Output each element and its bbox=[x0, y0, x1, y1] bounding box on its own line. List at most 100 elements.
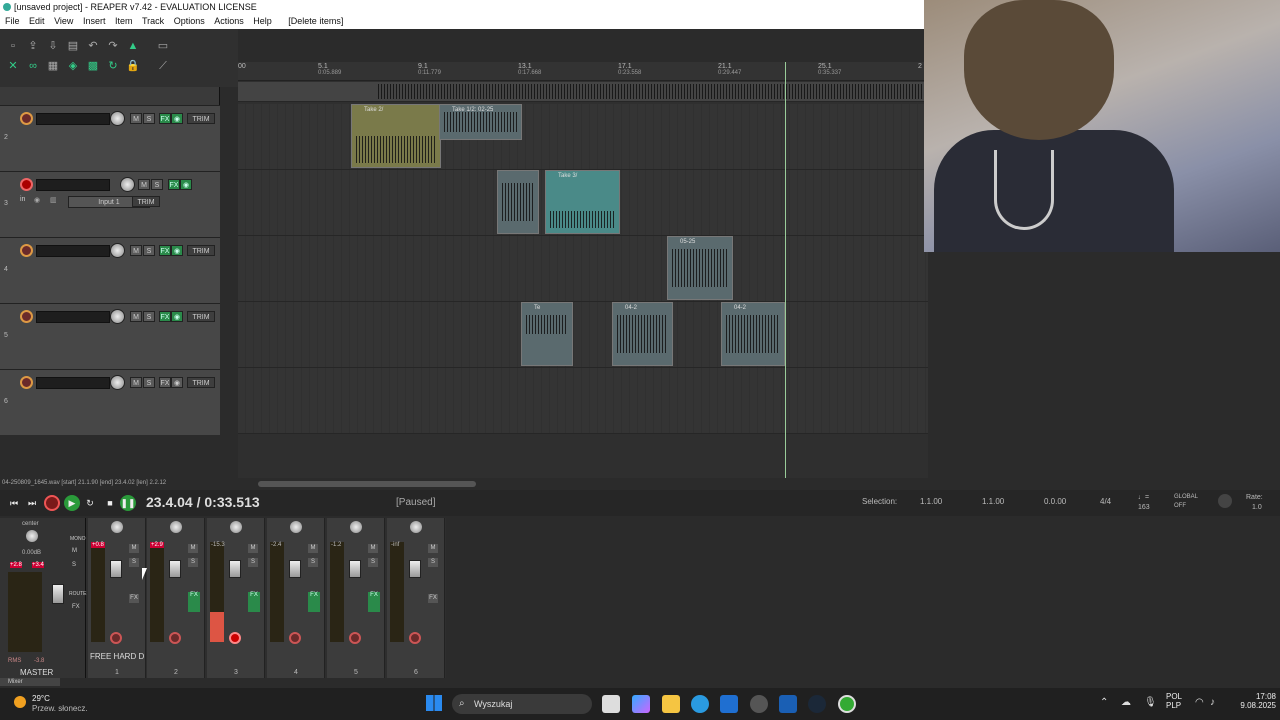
mute-button[interactable]: M bbox=[248, 544, 258, 553]
monitor-icon[interactable]: ◉ bbox=[34, 196, 40, 204]
fx-bypass-button[interactable]: ◉ bbox=[180, 179, 192, 190]
track-name-field[interactable] bbox=[36, 377, 110, 389]
solo-button[interactable]: S bbox=[143, 377, 155, 388]
grid-icon[interactable]: ▦ bbox=[46, 59, 60, 73]
taskbar-search-input[interactable]: ⌕ Wyszukaj bbox=[452, 694, 592, 714]
track-name-field[interactable] bbox=[36, 179, 110, 191]
selection-start[interactable]: 1.1.00 bbox=[920, 497, 942, 506]
menu-file[interactable]: File bbox=[5, 14, 20, 29]
mixer-strip-2[interactable]: +2.9 M S FX 2 bbox=[147, 518, 205, 678]
rate-value[interactable]: 1.0 bbox=[1252, 504, 1262, 511]
fx-button[interactable]: FX bbox=[168, 179, 180, 190]
arrange-view[interactable]: Take 2/ Take 1/2: 02-25 Take 3/ 05-25 Te… bbox=[238, 62, 928, 478]
mute-button[interactable]: M bbox=[130, 245, 142, 256]
mixer-dock-tab[interactable]: Mixer bbox=[0, 678, 60, 686]
edge-icon[interactable] bbox=[691, 695, 709, 713]
menu-insert[interactable]: Insert bbox=[83, 14, 106, 29]
fx-bypass-button[interactable]: ◉ bbox=[171, 113, 183, 124]
fx-button[interactable]: FX bbox=[368, 592, 380, 612]
input-fx-icon[interactable]: ▥ bbox=[50, 196, 57, 204]
track-name-field[interactable] bbox=[36, 113, 110, 125]
volume-knob[interactable] bbox=[110, 111, 125, 126]
redo-icon[interactable]: ↷ bbox=[106, 39, 120, 53]
fx-button[interactable]: FX bbox=[159, 377, 171, 388]
solo-button[interactable]: S bbox=[188, 558, 198, 567]
track-header-6[interactable]: M S FX ◉ TRIM 6 bbox=[0, 369, 220, 435]
volume-knob[interactable] bbox=[120, 177, 135, 192]
pause-button[interactable]: ❚❚ bbox=[120, 495, 136, 511]
horizontal-scrollbar[interactable] bbox=[258, 481, 476, 487]
menu-help[interactable]: Help bbox=[253, 14, 272, 29]
record-arm-button[interactable] bbox=[229, 632, 241, 644]
menu-delete-items[interactable]: [Delete items] bbox=[288, 14, 343, 29]
file-explorer-icon[interactable] bbox=[662, 695, 680, 713]
tempo-bpm[interactable]: 163 bbox=[1138, 504, 1150, 511]
track-name-field[interactable] bbox=[36, 245, 110, 257]
record-arm-button[interactable] bbox=[20, 178, 33, 191]
volume-fader[interactable] bbox=[169, 560, 181, 578]
menu-item[interactable]: Item bbox=[115, 14, 133, 29]
track-header-4[interactable]: M S FX ◉ TRIM 4 bbox=[0, 237, 220, 303]
pan-knob[interactable] bbox=[350, 521, 362, 533]
record-arm-button[interactable] bbox=[349, 632, 361, 644]
volume-fader[interactable] bbox=[110, 560, 122, 578]
open-project-icon[interactable]: ⇪ bbox=[26, 39, 40, 53]
route-button[interactable]: ROUTE bbox=[69, 591, 87, 597]
volume-fader[interactable] bbox=[409, 560, 421, 578]
fx-bypass-button[interactable]: ◉ bbox=[171, 245, 183, 256]
lane-track-5[interactable] bbox=[238, 302, 928, 368]
auto-crossfade-icon[interactable]: ✕ bbox=[6, 59, 20, 73]
automation-mode-button[interactable]: TRIM bbox=[132, 196, 160, 207]
master-solo-button[interactable]: S bbox=[72, 562, 76, 568]
play-cursor[interactable] bbox=[785, 62, 786, 478]
volume-fader[interactable] bbox=[229, 560, 241, 578]
media-item[interactable]: Take 3/ bbox=[545, 170, 620, 234]
pan-knob[interactable] bbox=[170, 521, 182, 533]
record-arm-button[interactable] bbox=[289, 632, 301, 644]
mixer-strip-6[interactable]: -inf M S FX 6 bbox=[387, 518, 445, 678]
transport-time-display[interactable]: 23.4.04 / 0:33.513 bbox=[146, 494, 260, 510]
lane-track-4[interactable] bbox=[238, 236, 928, 302]
record-button[interactable] bbox=[44, 495, 60, 511]
new-project-icon[interactable]: ▫ bbox=[6, 39, 20, 53]
lock-icon[interactable]: 🔒 bbox=[126, 59, 140, 73]
fx-button[interactable]: FX bbox=[129, 594, 139, 603]
snap-icon[interactable]: ▩ bbox=[86, 59, 100, 73]
microphone-icon[interactable]: 🎙 bbox=[1144, 697, 1157, 708]
volume-fader[interactable] bbox=[349, 560, 361, 578]
windows-start-icon[interactable] bbox=[426, 695, 442, 711]
media-item[interactable]: Take 2/ bbox=[351, 104, 441, 168]
media-item[interactable] bbox=[497, 170, 539, 234]
master-mute-button[interactable]: M bbox=[72, 548, 77, 554]
track-header-5[interactable]: M S FX ◉ TRIM 5 bbox=[0, 303, 220, 369]
record-arm-button[interactable] bbox=[20, 376, 33, 389]
time-signature[interactable]: 4/4 bbox=[1100, 497, 1111, 506]
envelope-tool-icon[interactable]: ⟋ bbox=[156, 59, 170, 73]
wifi-icon[interactable]: ◠ bbox=[1195, 697, 1204, 708]
solo-button[interactable]: S bbox=[308, 558, 318, 567]
automation-mode-button[interactable]: TRIM bbox=[187, 377, 215, 388]
fx-button[interactable]: FX bbox=[248, 592, 260, 612]
menu-view[interactable]: View bbox=[54, 14, 73, 29]
volume-fader[interactable] bbox=[289, 560, 301, 578]
rate-knob[interactable] bbox=[1218, 494, 1232, 508]
record-arm-button[interactable] bbox=[20, 244, 33, 257]
save-project-icon[interactable]: ⇩ bbox=[46, 39, 60, 53]
volume-icon[interactable]: ♪ bbox=[1210, 697, 1215, 708]
fx-button[interactable]: FX bbox=[159, 245, 171, 256]
fx-button[interactable]: FX bbox=[188, 592, 200, 612]
master-volume-fader[interactable] bbox=[52, 584, 64, 604]
track-name-field[interactable] bbox=[36, 311, 110, 323]
mute-button[interactable]: M bbox=[428, 544, 438, 553]
volume-knob[interactable] bbox=[110, 243, 125, 258]
automation-mode-button[interactable]: TRIM bbox=[187, 245, 215, 256]
mono-button[interactable]: MONO bbox=[70, 536, 86, 542]
fx-button[interactable]: FX bbox=[428, 594, 438, 603]
metronome-icon[interactable]: ▲ bbox=[126, 39, 140, 53]
solo-button[interactable]: S bbox=[143, 245, 155, 256]
task-view-icon[interactable] bbox=[602, 695, 620, 713]
media-item[interactable]: 04-2 bbox=[612, 302, 673, 366]
menu-track[interactable]: Track bbox=[142, 14, 164, 29]
solo-button[interactable]: S bbox=[129, 558, 139, 567]
master-strip[interactable]: center 0.00dB +2.8 +3.4 MONO M S ROUTE F… bbox=[0, 518, 87, 678]
